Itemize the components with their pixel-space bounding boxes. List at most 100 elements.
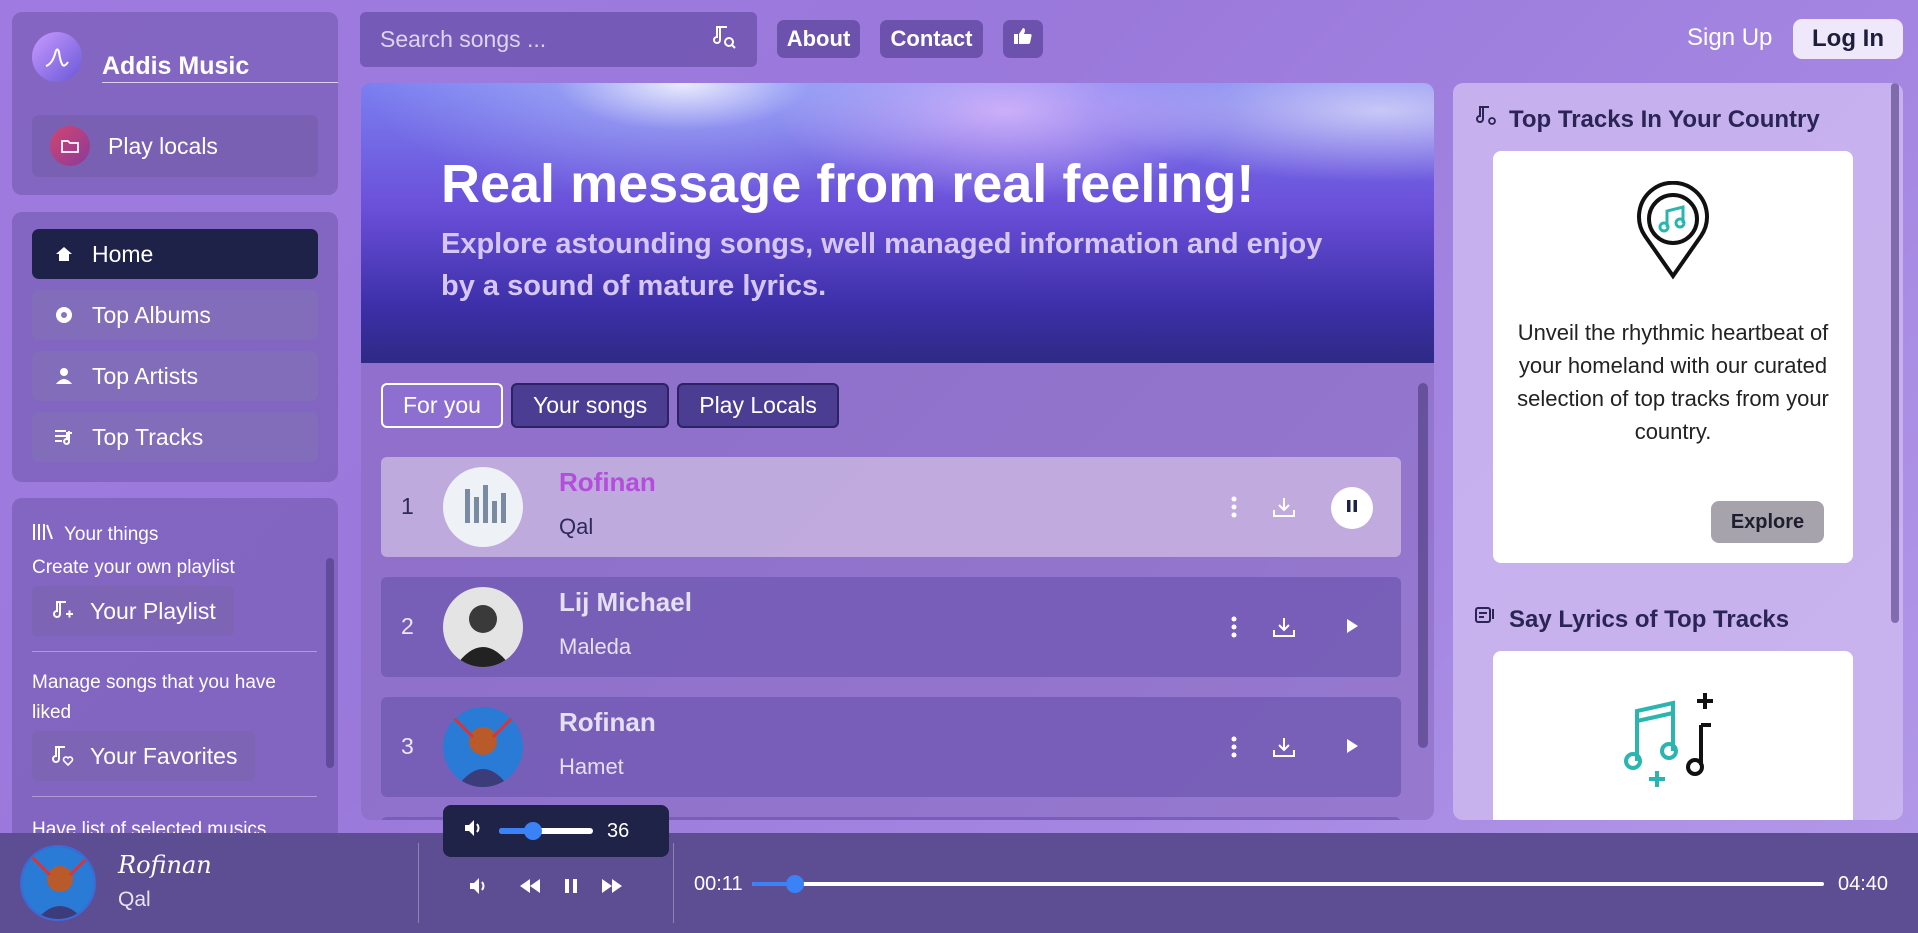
play-locals-button[interactable]: Play locals: [32, 115, 318, 177]
nav-item-home[interactable]: Home: [32, 229, 318, 279]
playlist-icon: [48, 428, 80, 446]
nav-item-label: Top Tracks: [92, 423, 204, 450]
your-favorites-label: Your Favorites: [90, 742, 238, 769]
nav-item-top-albums[interactable]: Top Albums: [32, 290, 318, 340]
main-nav: Home Top Albums Top Artists Top Tracks: [12, 212, 338, 482]
download-icon[interactable]: [1264, 487, 1304, 527]
play-button[interactable]: [1331, 727, 1373, 769]
pause-button[interactable]: [1331, 487, 1373, 529]
explore-button[interactable]: Explore: [1711, 501, 1824, 543]
lyrics-card: [1493, 651, 1853, 820]
nav-item-top-tracks[interactable]: Top Tracks: [32, 412, 318, 462]
download-icon[interactable]: [1264, 727, 1304, 767]
tab-play-locals[interactable]: Play Locals: [677, 383, 839, 428]
music-logo-icon: [32, 32, 82, 82]
user-icon: [48, 367, 80, 385]
more-options-icon[interactable]: [1214, 487, 1254, 527]
your-things-title: Your things: [64, 524, 159, 545]
progress-slider[interactable]: [752, 875, 1824, 893]
volume-popup: 36: [443, 805, 669, 857]
top-tracks-country-label: Top Tracks In Your Country: [1509, 105, 1820, 133]
player-bar: Rofinan Qal 00:11 04:40: [0, 833, 1918, 933]
playlist-description: Create your own playlist: [32, 557, 235, 578]
your-playlist-label: Your Playlist: [90, 597, 216, 624]
music-search-icon[interactable]: [711, 24, 737, 56]
contact-button[interactable]: Contact: [880, 20, 983, 58]
progress-handle[interactable]: [785, 875, 804, 893]
volume-slider[interactable]: [499, 822, 593, 840]
about-button[interactable]: About: [777, 20, 860, 58]
pause-icon: [564, 878, 578, 899]
track-cover: [443, 707, 523, 787]
hero-title: Real message from real feeling!: [441, 154, 1255, 214]
tab-for-you[interactable]: For you: [381, 383, 503, 428]
download-icon[interactable]: [1264, 607, 1304, 647]
play-icon: [1345, 618, 1359, 639]
volume-slider-handle[interactable]: [523, 822, 542, 840]
now-playing-cover: [20, 845, 96, 921]
lyrics-label: Say Lyrics of Top Tracks: [1509, 605, 1790, 633]
rewind-button[interactable]: [515, 873, 545, 903]
music-notes-icon: [1623, 681, 1733, 796]
play-icon: [1345, 738, 1359, 759]
track-artist[interactable]: Rofinan: [559, 707, 656, 738]
main-content: Real message from real feeling! Explore …: [361, 83, 1434, 820]
location-music-icon: [1633, 180, 1713, 286]
your-playlist-button[interactable]: Your Playlist: [32, 586, 234, 636]
things-scrollbar[interactable]: [326, 558, 334, 768]
thumbs-up-icon: [1013, 26, 1033, 52]
music-location-icon: [1475, 105, 1497, 134]
right-sidebar: Top Tracks In Your Country Unveil the rh…: [1453, 83, 1903, 820]
now-playing-artist: Rofinan: [118, 851, 212, 879]
volume-icon[interactable]: [463, 818, 485, 844]
main-scrollbar[interactable]: [1418, 383, 1428, 748]
play-button[interactable]: [1331, 607, 1373, 649]
hero-banner: Real message from real feeling! Explore …: [361, 83, 1434, 363]
track-number: 2: [401, 613, 414, 639]
top-tracks-country-title: Top Tracks In Your Country: [1475, 105, 1820, 134]
track-title: Maleda: [559, 634, 632, 659]
fast-forward-button[interactable]: [597, 873, 627, 903]
mute-button[interactable]: [464, 873, 494, 903]
track-row[interactable]: 2 Lij Michael Maleda: [381, 577, 1401, 677]
play-locals-label: Play locals: [108, 132, 218, 159]
sign-up-link[interactable]: Sign Up: [1687, 24, 1772, 52]
tab-your-songs[interactable]: Your songs: [510, 383, 670, 428]
track-row[interactable]: 3 Rofinan Hamet: [381, 697, 1401, 797]
your-things-panel: Your things Create your own playlist You…: [12, 498, 338, 838]
search-input[interactable]: Search songs ...: [380, 26, 546, 53]
nav-item-label: Home: [92, 240, 154, 267]
track-row[interactable]: 1 Rofinan Qal: [381, 457, 1401, 557]
brand-divider: [102, 82, 338, 83]
player-divider: [418, 843, 419, 923]
volume-icon: [468, 876, 490, 901]
aside-scrollbar[interactable]: [1891, 83, 1899, 623]
lyrics-title: Say Lyrics of Top Tracks: [1475, 605, 1789, 634]
your-favorites-button[interactable]: Your Favorites: [32, 731, 256, 781]
track-artist[interactable]: Lij Michael: [559, 587, 692, 618]
playlist-add-icon: [50, 600, 74, 622]
search-bar[interactable]: Search songs ...: [360, 12, 757, 67]
lyrics-icon: [1475, 605, 1497, 634]
your-things-header: Your things: [32, 522, 158, 548]
duration-time: 04:40: [1838, 873, 1889, 895]
log-in-button[interactable]: Log In: [1793, 19, 1903, 59]
favorite-music-icon: [50, 745, 74, 767]
top-tracks-card: Unveil the rhythmic heartbeat of your ho…: [1493, 151, 1853, 563]
more-options-icon[interactable]: [1214, 727, 1254, 767]
track-artist[interactable]: Rofinan: [559, 467, 656, 498]
hero-subtitle: Explore astounding songs, well managed i…: [441, 228, 1323, 302]
track-number: 1: [401, 493, 414, 519]
now-playing-song: Qal: [118, 888, 151, 911]
more-options-icon[interactable]: [1214, 607, 1254, 647]
library-icon: [32, 522, 54, 548]
rewind-icon: [518, 878, 542, 899]
like-button[interactable]: [1003, 20, 1043, 58]
section-divider: [32, 651, 317, 652]
section-divider: [32, 796, 317, 797]
nav-item-top-artists[interactable]: Top Artists: [32, 351, 318, 401]
pause-button[interactable]: [556, 873, 586, 903]
track-cover: [443, 467, 523, 547]
brand-panel: Addis Music Play locals: [12, 12, 338, 195]
nav-item-label: Top Albums: [92, 301, 211, 328]
